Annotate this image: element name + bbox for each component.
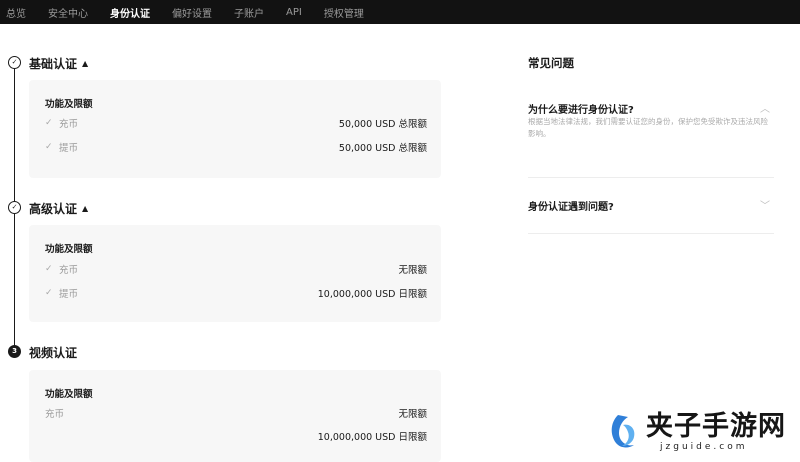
faq-answer: 根据当地法律法规，我们需要认证您的身份，保护您免受欺诈及违法风险影响。 [528,117,768,138]
card-heading: 功能及限额 [45,244,93,255]
feature-name: 充币 [59,265,79,276]
feature-limit: 10,000,000 USD 日限额 [317,432,427,443]
nav-item-api[interactable]: API [286,7,302,18]
feature-row-withdraw: 10,000,000 USD 日限额 [45,429,427,443]
check-icon: ✓ [45,118,53,128]
feature-name: 提币 [59,143,79,154]
faq-item-why-verify[interactable]: 为什么要进行身份认证? ︿ 根据当地法律法规，我们需要认证您的身份，保护您免受欺… [528,90,774,178]
chevron-up-icon[interactable]: ︿ [760,100,770,115]
step-1-title-text: 基础认证 [29,57,78,71]
check-icon: ✓ [45,288,53,298]
feature-limit: 无限额 [398,265,427,276]
step-2-limits-card: 功能及限额 ✓ 充币 无限额 ✓ 提币 10,000,000 USD 日限额 [29,225,441,322]
caret-up-icon: ▲ [82,204,89,213]
caret-up-icon: ▲ [82,59,89,68]
faq-item-verify-problem[interactable]: 身份认证遇到问题? ﹀ [528,178,774,234]
nav-item-authorization[interactable]: 授权管理 [324,5,364,20]
watermark-name: 夹子手游网 [646,411,786,442]
check-icon: ✓ [45,142,53,152]
feature-row-deposit: 充币 无限额 [45,406,427,420]
step-3-title[interactable]: 视频认证 [29,344,77,361]
step-1-check-icon: ✓ [8,56,21,69]
feature-limit: 50,000 USD 总限额 [338,119,427,130]
card-heading: 功能及限额 [45,389,93,400]
nav-item-preferences[interactable]: 偏好设置 [172,5,212,20]
feature-row-deposit: ✓ 充币 无限额 [45,262,427,276]
feature-row-withdraw: ✓ 提币 50,000 USD 总限额 [45,140,427,154]
faq-question[interactable]: 为什么要进行身份认证? [528,101,634,116]
feature-limit: 10,000,000 USD 日限额 [317,289,427,300]
card-heading: 功能及限额 [45,99,93,110]
feature-name: 充币 [59,119,79,130]
step-3-title-text: 视频认证 [29,346,78,360]
faq-question[interactable]: 身份认证遇到问题? [528,198,614,213]
feature-row-withdraw: ✓ 提币 10,000,000 USD 日限额 [45,286,427,300]
step-3-number-badge: 3 [8,345,21,358]
feature-limit: 无限额 [398,409,427,420]
step-2-check-icon: ✓ [8,201,21,214]
step-2-title[interactable]: 高级认证 ▲ [29,200,88,217]
site-watermark: 夹子手游网 jzguide.com [606,412,786,452]
feature-row-deposit: ✓ 充币 50,000 USD 总限额 [45,116,427,130]
nav-item-overview[interactable]: 总览 [6,5,26,20]
feature-name: 充币 [45,409,65,420]
chevron-down-icon[interactable]: ﹀ [760,197,770,212]
step-2-title-text: 高级认证 [29,202,78,216]
feature-name: 提币 [59,289,79,300]
watermark-url: jzguide.com [660,442,748,452]
top-nav: 总览 安全中心 身份认证 偏好设置 子账户 API 授权管理 [0,0,800,24]
watermark-logo-icon [611,415,635,448]
nav-item-sub-accounts[interactable]: 子账户 [234,5,264,20]
nav-item-security[interactable]: 安全中心 [48,5,88,20]
step-1-limits-card: 功能及限额 ✓ 充币 50,000 USD 总限额 ✓ 提币 50,000 US… [29,80,441,178]
step-1-title[interactable]: 基础认证 ▲ [29,55,88,72]
check-icon: ✓ [45,264,53,274]
nav-item-identity[interactable]: 身份认证 [110,5,150,20]
faq-title: 常见问题 [528,56,574,70]
feature-limit: 50,000 USD 总限额 [338,143,427,154]
step-3-limits-card: 功能及限额 充币 无限额 10,000,000 USD 日限额 [29,370,441,462]
